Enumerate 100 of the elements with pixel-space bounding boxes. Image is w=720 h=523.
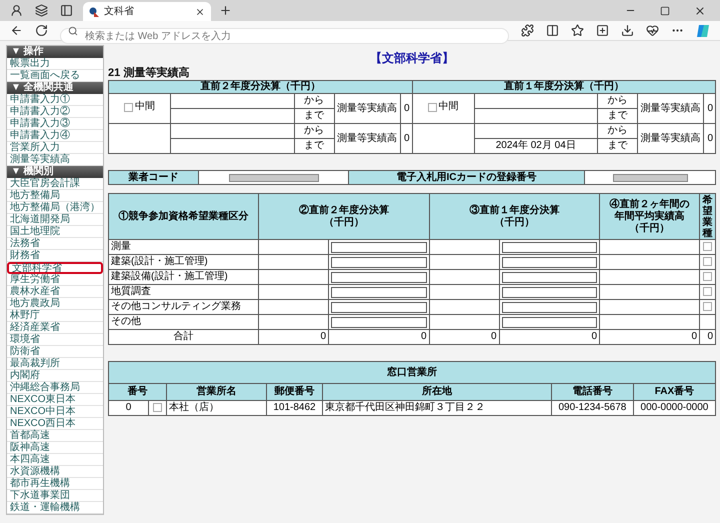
sidebar-item[interactable]: 環境省 bbox=[7, 334, 103, 346]
input-field[interactable] bbox=[331, 272, 426, 282]
sidebar-item[interactable]: 財務省 bbox=[7, 250, 103, 262]
tab-title: 文科省 bbox=[104, 4, 135, 19]
input-field[interactable] bbox=[331, 286, 426, 298]
profile-icon[interactable] bbox=[10, 4, 23, 17]
column-header: FAX番号 bbox=[633, 384, 716, 400]
checkbox[interactable] bbox=[428, 102, 436, 112]
workspaces-icon[interactable] bbox=[35, 4, 48, 17]
column-header: ④直前２ヶ年間の 年間平均実績高 （千円） bbox=[600, 194, 700, 240]
sidebar-item[interactable]: 申請書入力④ bbox=[7, 130, 103, 142]
maximize-icon[interactable] bbox=[660, 6, 670, 16]
heart-icon[interactable] bbox=[646, 24, 659, 37]
sidebar-item[interactable]: 沖縄総合事務局 bbox=[7, 382, 103, 394]
field-label: 電子入札用ICカードの登録番号 bbox=[349, 171, 585, 184]
table-cell: 東京都千代田区神田錦町３丁目２２ bbox=[322, 400, 552, 416]
table-cell: その他コンサルティング業務 bbox=[108, 300, 258, 314]
sidebar-item[interactable]: 地方整備局（港湾） bbox=[7, 202, 103, 214]
column-header: 番号 bbox=[108, 384, 166, 400]
table-cell: 0 bbox=[400, 124, 412, 154]
checkbox[interactable] bbox=[153, 402, 162, 412]
sidebar-item[interactable]: 本四高速 bbox=[7, 454, 103, 466]
sidebar-item[interactable]: 厚生労働省 bbox=[7, 274, 103, 286]
table-cell: 000-0000-0000 bbox=[633, 400, 716, 416]
panel-icon[interactable] bbox=[60, 4, 73, 17]
column-header: 直前２年度分決算（千円） bbox=[108, 80, 412, 94]
input-field[interactable] bbox=[502, 302, 597, 312]
download-icon[interactable] bbox=[621, 24, 634, 37]
section-header[interactable]: ▼ 操作 bbox=[7, 46, 103, 58]
sidebar-item[interactable]: 経済産業省 bbox=[7, 322, 103, 334]
sidebar-item[interactable]: 首都高速 bbox=[7, 430, 103, 442]
sidebar-item[interactable]: 内閣府 bbox=[7, 370, 103, 382]
checkbox[interactable] bbox=[124, 102, 133, 112]
input-field[interactable] bbox=[502, 316, 597, 328]
sidebar-item[interactable]: 営業所入力 bbox=[7, 142, 103, 154]
sidebar-item[interactable]: NEXCO東日本 bbox=[7, 394, 103, 406]
sidebar-item[interactable]: 法務省 bbox=[7, 238, 103, 250]
new-tab-icon[interactable] bbox=[219, 4, 232, 17]
sidebar-item[interactable]: 地方農政局 bbox=[7, 298, 103, 310]
sidebar-item[interactable]: 地方整備局 bbox=[7, 190, 103, 202]
table-cell: 測量等実績高 bbox=[334, 124, 400, 154]
table-cell: 測量等実績高 bbox=[638, 124, 704, 154]
input-field[interactable] bbox=[502, 256, 597, 268]
sidebar-item[interactable]: 申請書入力① bbox=[7, 94, 103, 106]
checkbox[interactable] bbox=[703, 272, 712, 281]
table-cell: 測量等実績高 bbox=[334, 94, 400, 124]
table-cell: から bbox=[598, 124, 638, 138]
sidebar-item[interactable]: 申請書入力③ bbox=[7, 118, 103, 130]
sidebar-item[interactable]: 阪神高速 bbox=[7, 442, 103, 454]
sidebar-item[interactable]: 都市再生機構 bbox=[7, 478, 103, 490]
favorites-icon[interactable] bbox=[571, 24, 584, 37]
back-icon[interactable] bbox=[10, 24, 23, 37]
sidebar-item[interactable]: 林野庁 bbox=[7, 310, 103, 322]
table-cell: から bbox=[294, 124, 334, 138]
checkbox[interactable] bbox=[703, 256, 712, 266]
input-field[interactable] bbox=[331, 242, 426, 252]
input-field[interactable] bbox=[331, 316, 426, 328]
close-icon[interactable] bbox=[694, 4, 706, 16]
sidebar-item[interactable]: 農林水産省 bbox=[7, 286, 103, 298]
sidebar-item[interactable]: 北海道開発局 bbox=[7, 214, 103, 226]
checkbox[interactable] bbox=[703, 302, 712, 311]
close-icon[interactable] bbox=[195, 6, 205, 16]
sidebar-item[interactable]: 国土地理院 bbox=[7, 226, 103, 238]
sidebar-item[interactable]: 鉄道・運輸機構 bbox=[7, 502, 103, 514]
sidebar-item[interactable]: 防衛省 bbox=[7, 346, 103, 358]
sidebar-item[interactable]: NEXCO西日本 bbox=[7, 418, 103, 430]
input-field[interactable] bbox=[331, 256, 426, 268]
table-cell: 0 bbox=[108, 400, 148, 416]
column-header: 郵便番号 bbox=[266, 384, 322, 400]
input-field[interactable] bbox=[331, 302, 426, 312]
column-header: ①競争参加資格希望業種区分 bbox=[108, 194, 258, 240]
sidebar-item[interactable]: 帳票出力 bbox=[7, 58, 103, 70]
table-cell: その他 bbox=[108, 314, 258, 330]
table-cell: から bbox=[598, 94, 638, 108]
split-screen-icon[interactable] bbox=[546, 24, 559, 37]
copilot-icon[interactable] bbox=[696, 24, 710, 38]
sidebar-item[interactable]: 大臣官房会計課 bbox=[7, 178, 103, 190]
table-cell: 0 bbox=[429, 330, 499, 344]
input-field[interactable] bbox=[502, 272, 597, 282]
puzzle-icon[interactable] bbox=[521, 24, 534, 37]
checkbox[interactable] bbox=[703, 286, 712, 296]
sidebar-item[interactable]: 下水道事業団 bbox=[7, 490, 103, 502]
address-field[interactable]: 検索または Web アドレスを入力 bbox=[60, 28, 509, 44]
sidebar-item[interactable]: 文部科学省 bbox=[7, 262, 103, 274]
refresh-icon[interactable] bbox=[35, 24, 48, 37]
checkbox[interactable] bbox=[703, 242, 712, 251]
sidebar-item[interactable]: 最高裁判所 bbox=[7, 358, 103, 370]
input-field[interactable] bbox=[502, 242, 597, 252]
sidebar-item[interactable]: 申請書入力② bbox=[7, 106, 103, 118]
sidebar-item[interactable]: 水資源機構 bbox=[7, 466, 103, 478]
input-field[interactable] bbox=[502, 286, 597, 298]
sidebar-item[interactable]: NEXCO中日本 bbox=[7, 406, 103, 418]
section-header[interactable]: ▼ 全機関共通 bbox=[7, 82, 103, 94]
table-cell: 0 bbox=[400, 94, 412, 124]
section-header[interactable]: ▼ 機関別 bbox=[7, 166, 103, 178]
collections-icon[interactable] bbox=[596, 24, 609, 37]
page-heading: 【文部科学省】 bbox=[369, 50, 455, 65]
browser-tab[interactable]: 文科省 bbox=[83, 2, 211, 21]
table-cell: 0 bbox=[258, 330, 328, 344]
table-cell: 地質調査 bbox=[108, 284, 258, 300]
